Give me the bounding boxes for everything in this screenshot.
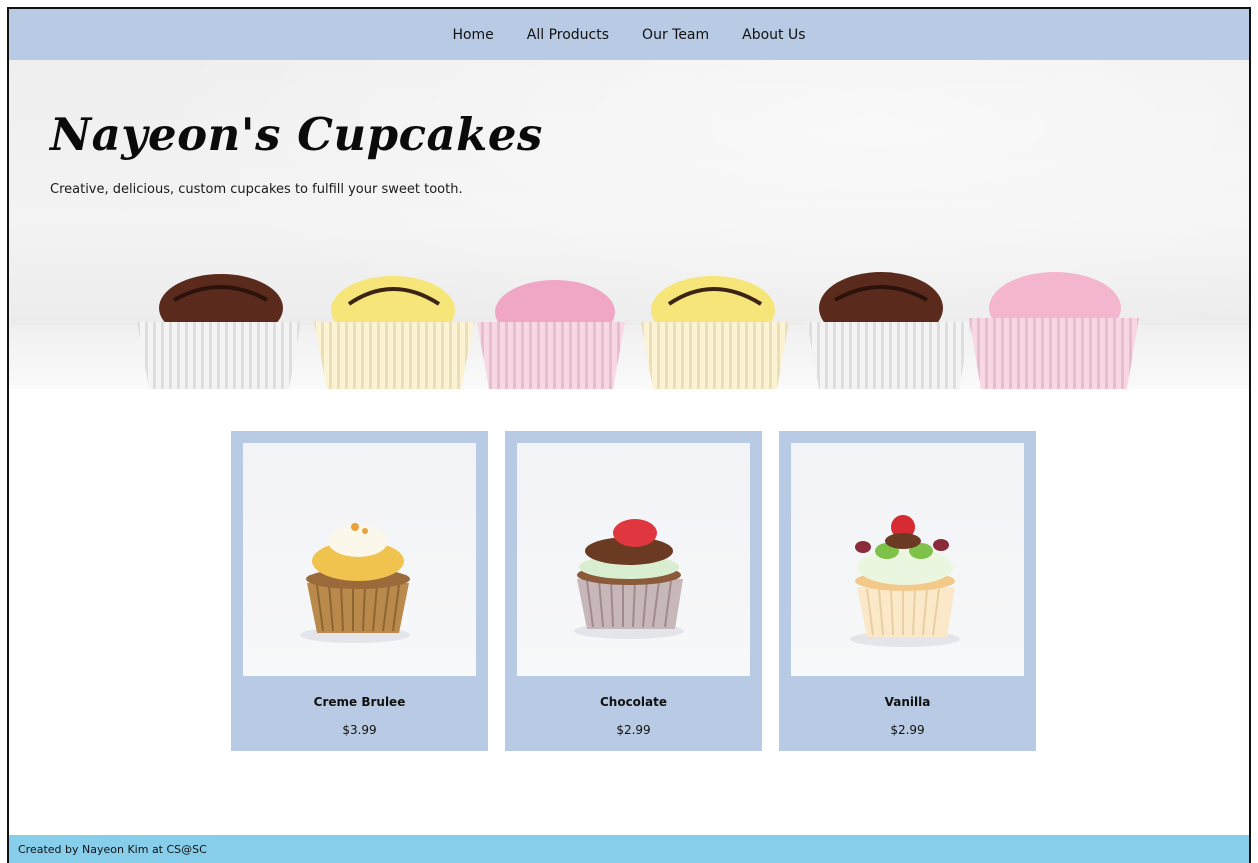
- hero-subtitle: Creative, delicious, custom cupcakes to …: [50, 182, 463, 197]
- product-photo-creme-brulee: [243, 443, 476, 676]
- hero-cupcake-pink-2: [969, 272, 1139, 389]
- cupcake-image: [574, 519, 684, 639]
- product-card-vanilla[interactable]: Vanilla $2.99: [779, 431, 1036, 751]
- product-photo-chocolate: [517, 443, 750, 676]
- nav-our-team-link[interactable]: Our Team: [642, 27, 709, 43]
- nav-about-us-link[interactable]: About Us: [742, 27, 805, 43]
- product-price: $3.99: [342, 723, 377, 737]
- hero-cupcake-pink-1: [477, 280, 625, 389]
- product-grid: Creme Brulee $3.99 Chocolate $2.99 Vanil…: [231, 431, 1036, 751]
- hero-cupcake-chocolate-2: [807, 272, 971, 389]
- product-card-chocolate[interactable]: Chocolate $2.99: [505, 431, 762, 751]
- product-photo-vanilla: [791, 443, 1024, 676]
- hero-title: Nayeon's Cupcakes: [50, 108, 543, 161]
- page-frame: Home All Products Our Team About Us Naye…: [7, 7, 1251, 863]
- nav-home-link[interactable]: Home: [452, 27, 493, 43]
- hero-cupcake-yellow-1: [314, 276, 474, 389]
- product-price: $2.99: [616, 723, 651, 737]
- product-name: Vanilla: [884, 695, 931, 709]
- footer: Created by Nayeon Kim at CS@SC: [9, 835, 1249, 863]
- top-nav: Home All Products Our Team About Us: [9, 9, 1249, 60]
- hero-cupcake-chocolate-1: [137, 274, 301, 389]
- product-card-creme-brulee[interactable]: Creme Brulee $3.99: [231, 431, 488, 751]
- product-name: Creme Brulee: [313, 695, 406, 709]
- product-price: $2.99: [890, 723, 925, 737]
- footer-credit: Created by Nayeon Kim at CS@SC: [18, 843, 207, 856]
- cupcake-image: [300, 523, 410, 643]
- hero-cupcake-yellow-2: [641, 276, 789, 389]
- product-name: Chocolate: [599, 695, 668, 709]
- nav-all-products-link[interactable]: All Products: [527, 27, 609, 43]
- hero-banner: Nayeon's Cupcakes Creative, delicious, c…: [9, 60, 1249, 389]
- cupcake-image: [850, 515, 960, 647]
